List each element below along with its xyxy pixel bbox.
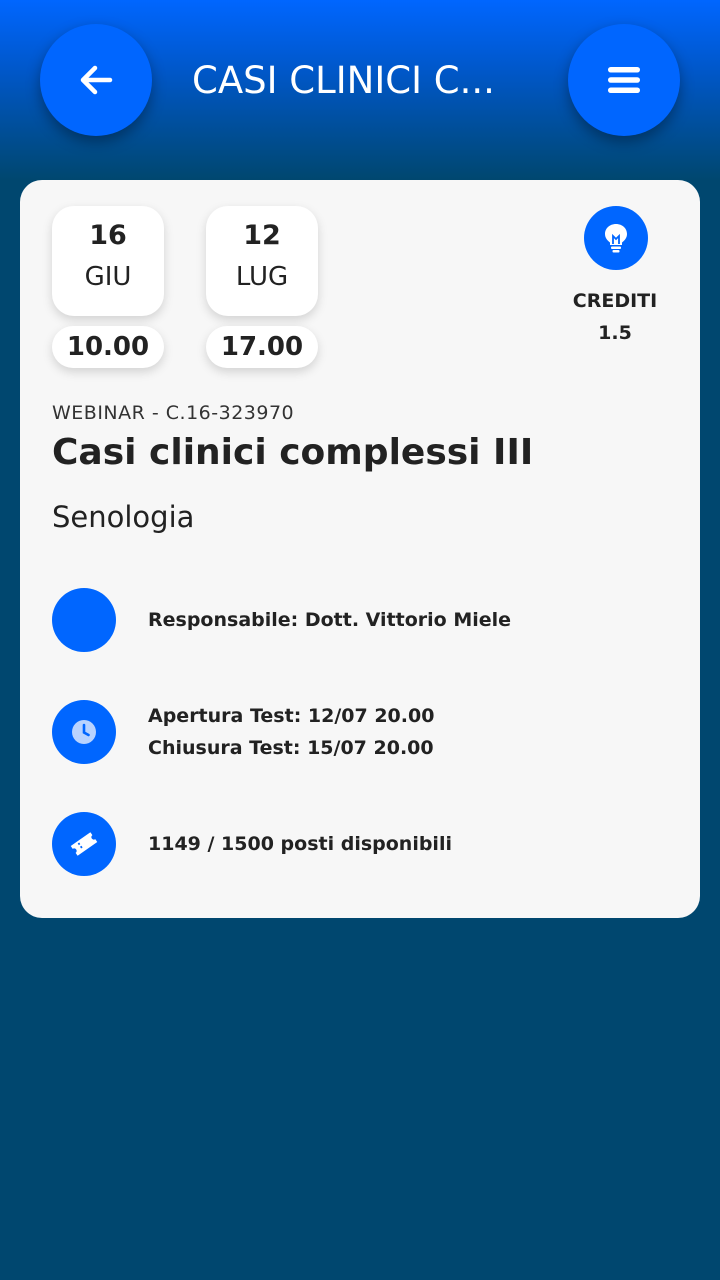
start-day: 16 <box>89 220 127 251</box>
end-date: 12 LUG <box>206 206 318 316</box>
credits-value: 1.5 <box>598 322 632 344</box>
hamburger-menu-icon <box>608 67 640 93</box>
course-title: Casi clinici complessi III <box>52 432 534 473</box>
course-code: WEBINAR - C.16-323970 <box>52 402 295 424</box>
page-title: CASI CLINICI C... <box>192 59 495 102</box>
start-date: 16 GIU <box>52 206 164 316</box>
event-card: 16 GIU 10.00 12 LUG 17.00 CREDITI 1.5 WE… <box>20 180 700 918</box>
test-closing: Chiusura Test: 15/07 20.00 <box>148 737 434 759</box>
clock-icon <box>52 700 116 764</box>
back-button[interactable] <box>40 24 152 136</box>
credits-label: CREDITI <box>572 290 658 312</box>
ticket-icon <box>52 812 116 876</box>
test-dates: Apertura Test: 12/07 20.00 Chiusura Test… <box>148 700 434 764</box>
end-time: 17.00 <box>206 326 318 368</box>
lightbulb-icon <box>584 206 648 270</box>
end-month: LUG <box>235 262 289 292</box>
seats-text: 1149 / 1500 posti disponibili <box>148 833 452 855</box>
arrow-left-icon <box>80 65 113 95</box>
start-month: GIU <box>84 262 132 292</box>
test-opening: Apertura Test: 12/07 20.00 <box>148 705 435 727</box>
course-subtitle: Senologia <box>52 500 195 534</box>
end-day: 12 <box>243 220 281 251</box>
menu-button[interactable] <box>568 24 680 136</box>
user-icon <box>52 588 116 652</box>
responsible-text: Responsabile: Dott. Vittorio Miele <box>148 609 512 631</box>
start-time: 10.00 <box>52 326 164 368</box>
